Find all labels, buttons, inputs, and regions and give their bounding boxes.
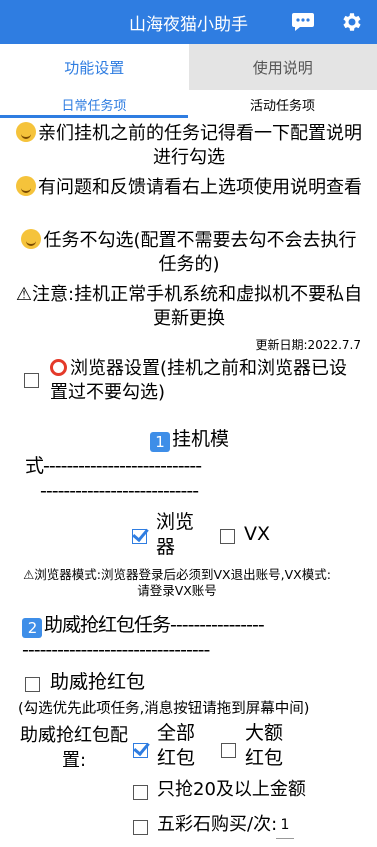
notice-2: 有问题和反馈请看右上选项使用说明查看 bbox=[14, 176, 364, 200]
subtab-daily-tasks[interactable]: 日常任务项 bbox=[0, 92, 188, 118]
browser-mode-checkbox[interactable] bbox=[132, 526, 147, 545]
only-20-checkbox[interactable] bbox=[133, 782, 148, 801]
app-title: 山海夜猫小助手 bbox=[129, 15, 248, 35]
notice-1: 亲们挂机之前的任务记得看一下配置说明进行勾选 bbox=[14, 122, 364, 170]
number-2-icon: 2 bbox=[22, 618, 42, 638]
vx-mode-checkbox[interactable] bbox=[220, 526, 235, 545]
title-bar: 山海夜猫小助手 bbox=[0, 0, 377, 44]
help-red-packet-checkbox[interactable] bbox=[25, 674, 40, 693]
subtab-event-tasks[interactable]: 活动任务项 bbox=[188, 92, 377, 114]
update-date: 更新日期:2022.7.7 bbox=[255, 338, 361, 352]
gear-icon bbox=[343, 13, 361, 31]
all-red-packet-label[interactable]: 全部红包 bbox=[157, 721, 197, 771]
browser-setting-checkbox[interactable] bbox=[24, 370, 39, 389]
smiley-icon bbox=[21, 229, 42, 249]
section1-divider-2: --------------------------- bbox=[40, 480, 199, 502]
notice-3: 任务不勾选(配置不需要去勾不会去执行任务的) bbox=[14, 229, 364, 277]
notice-4: ⚠注意:挂机正常手机系统和虚拟机不要私自更新更换 bbox=[15, 284, 363, 329]
message-button[interactable] bbox=[286, 6, 320, 38]
number-1-icon: 1 bbox=[150, 432, 170, 452]
browser-mode-label[interactable]: 浏览器 bbox=[156, 510, 200, 560]
smiley-icon bbox=[16, 176, 36, 196]
chat-bubble-icon bbox=[292, 13, 314, 31]
vx-mode-label[interactable]: VX bbox=[244, 522, 270, 547]
settings-button[interactable] bbox=[334, 6, 368, 38]
section2-divider: -------------------------------- bbox=[22, 639, 210, 661]
sub-tabs: 日常任务项 活动任务项 bbox=[0, 92, 377, 118]
browser-setting-label[interactable]: 浏览器设置(挂机之前和浏览器已设置过不要勾选) bbox=[50, 357, 365, 405]
main-tabs: 功能设置 使用说明 bbox=[0, 44, 377, 90]
only-20-label[interactable]: 只抢20及以上金额 bbox=[157, 778, 306, 802]
red-circle-icon bbox=[50, 359, 67, 376]
all-red-packet-checkbox[interactable] bbox=[133, 740, 148, 759]
section1-title: 1 挂机模 bbox=[150, 427, 229, 452]
help-red-packet-label[interactable]: 助威抢红包 bbox=[50, 670, 145, 695]
stone-label[interactable]: 五彩石购买/次: bbox=[157, 813, 277, 837]
section2-title: 2 助威抢红包任务---------------- bbox=[22, 613, 362, 638]
config-label: 助威抢红包配置: bbox=[20, 725, 128, 771]
stone-checkbox[interactable] bbox=[133, 817, 148, 836]
tab-usage-guide[interactable]: 使用说明 bbox=[188, 44, 377, 90]
section1-divider: 式--------------------------- bbox=[25, 455, 202, 477]
large-red-packet-label[interactable]: 大额红包 bbox=[245, 721, 285, 771]
help-hint: (勾选优先此项任务,消息按钮请拖到屏幕中间) bbox=[18, 701, 310, 717]
smiley-icon bbox=[16, 122, 36, 142]
large-red-packet-checkbox[interactable] bbox=[221, 740, 236, 759]
mode-note: ⚠浏览器模式:浏览器登录后必须到VX退出账号,VX模式:请登录VX账号 bbox=[23, 567, 331, 598]
tab-function-settings[interactable]: 功能设置 bbox=[0, 44, 189, 90]
stone-count-input[interactable]: 1 bbox=[276, 814, 294, 839]
